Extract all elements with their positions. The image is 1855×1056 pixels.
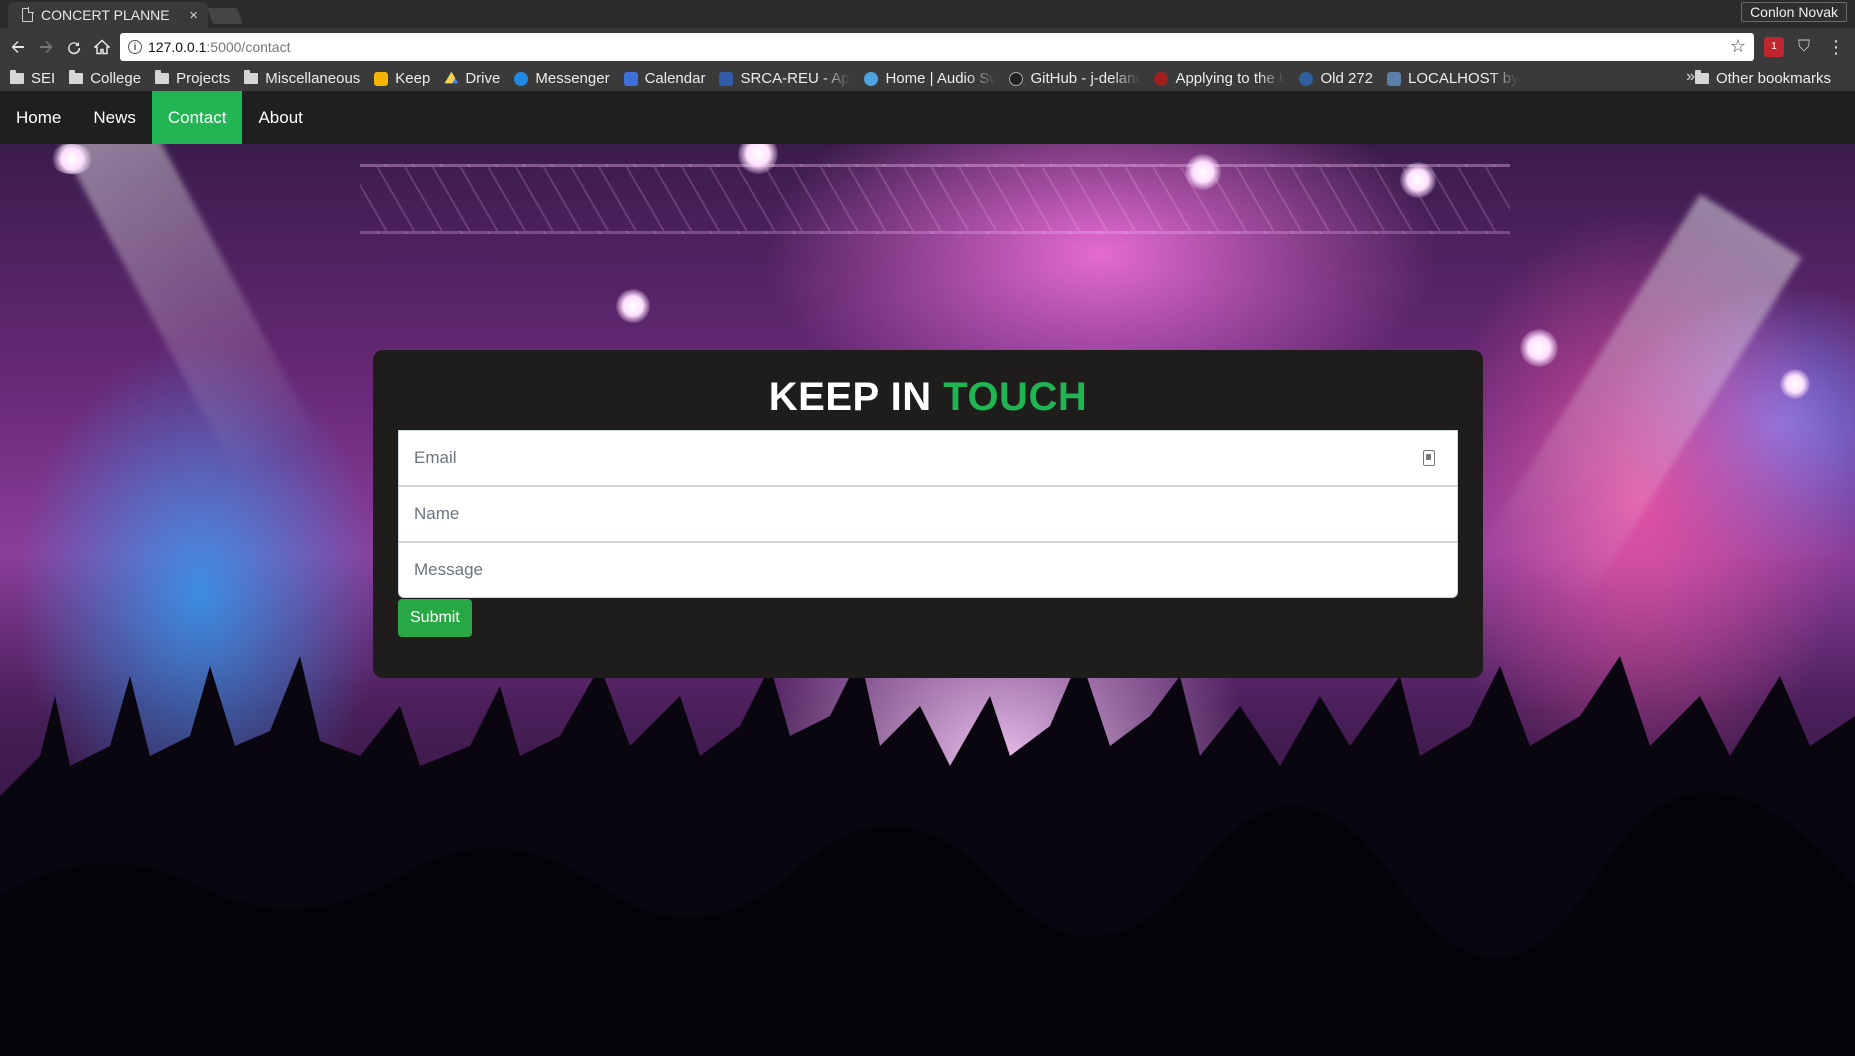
info-icon[interactable]: i — [128, 40, 142, 54]
drive-icon — [444, 71, 459, 84]
address-bar[interactable]: i 127.0.0.1:5000/contact ☆ — [120, 33, 1754, 61]
submit-button[interactable]: Submit — [398, 599, 472, 637]
shield-icon[interactable]: ⛉ — [1794, 37, 1814, 57]
bookmark-item[interactable]: Messenger — [514, 70, 610, 87]
profile-button[interactable]: Conlon Novak — [1741, 2, 1847, 22]
localhost-icon — [1386, 71, 1401, 86]
url-host: 127.0.0.1 — [148, 39, 207, 55]
messenger-icon — [514, 71, 529, 86]
bookmarks-overflow-button[interactable]: » — [1686, 68, 1695, 86]
bookmark-item[interactable]: Applying to the U — [1154, 70, 1285, 87]
name-placeholder: Name — [414, 504, 460, 523]
nav-news[interactable]: News — [77, 91, 152, 144]
browser-toolbar: i 127.0.0.1:5000/contact ☆ 1 ⛉ ⋮ — [0, 28, 1855, 66]
new-tab-button[interactable] — [207, 8, 243, 24]
browser-tab-bar: CONCERT PLANNE × Conlon Novak — [0, 0, 1855, 28]
crowd-silhouette — [0, 656, 1855, 1056]
browser-tab[interactable]: CONCERT PLANNE × — [8, 2, 208, 28]
bookmark-item[interactable]: College — [69, 70, 141, 87]
srca-icon — [719, 71, 734, 86]
concert-background-image: KEEP IN TOUCH Email Name Message Submit — [0, 144, 1855, 1056]
bookmark-item[interactable]: SEI — [10, 70, 55, 87]
stage-truss — [360, 164, 1510, 234]
bookmark-item[interactable]: Drive — [444, 70, 500, 87]
bookmark-item[interactable]: Keep — [374, 70, 430, 87]
forward-arrow-icon[interactable] — [32, 33, 60, 61]
name-field[interactable]: Name — [398, 486, 1458, 542]
bookmark-item[interactable]: GitHub - j-delane — [1009, 70, 1140, 87]
home-icon[interactable] — [88, 33, 116, 61]
back-arrow-icon[interactable] — [4, 33, 32, 61]
message-field[interactable]: Message — [398, 542, 1458, 598]
university-icon — [1154, 71, 1169, 86]
keep-icon — [374, 71, 389, 86]
bookmark-item[interactable]: Miscellaneous — [244, 70, 360, 87]
bookmark-item[interactable]: Old 272 — [1299, 70, 1373, 87]
contact-card: KEEP IN TOUCH Email Name Message Submit — [373, 350, 1483, 678]
url-path: :5000/contact — [206, 39, 291, 55]
folder-icon — [1694, 70, 1709, 84]
title-part-2: TOUCH — [943, 375, 1088, 419]
nav-about[interactable]: About — [242, 91, 318, 144]
stage-light — [1185, 154, 1221, 190]
bookmark-item[interactable]: SRCA-REU - Appl — [719, 70, 850, 87]
folder-icon — [10, 70, 24, 84]
old272-icon — [1299, 71, 1314, 86]
stage-light — [1520, 329, 1558, 367]
light-beam — [60, 144, 318, 480]
site-nav: Home News Contact About — [0, 91, 1855, 144]
tab-close-icon[interactable]: × — [189, 7, 198, 24]
audio-icon — [864, 71, 879, 86]
contact-title: KEEP IN TOUCH — [398, 372, 1458, 422]
other-bookmarks[interactable]: Other bookmarks — [1694, 66, 1831, 91]
page-icon — [22, 7, 34, 22]
bookmark-item[interactable]: Home | Audio Sw — [864, 70, 995, 87]
stage-light — [616, 289, 650, 323]
github-icon — [1009, 71, 1024, 86]
bookmark-item[interactable]: LOCALHOST by A — [1386, 70, 1518, 87]
stage-light — [1400, 162, 1436, 198]
bookmark-item[interactable]: Projects — [155, 70, 230, 87]
extension-icon[interactable]: 1 — [1764, 37, 1784, 57]
email-placeholder: Email — [414, 448, 457, 467]
reload-icon[interactable] — [60, 33, 88, 61]
email-field[interactable]: Email — [398, 430, 1458, 486]
bookmarks-bar: SEI College Projects Miscellaneous Keep … — [0, 66, 1855, 91]
message-placeholder: Message — [414, 560, 483, 579]
bookmark-item[interactable]: Calendar — [623, 70, 705, 87]
stage-light — [1780, 369, 1810, 399]
stage-light — [50, 144, 94, 174]
autofill-icon[interactable] — [1423, 450, 1435, 466]
bookmark-star-icon[interactable]: ☆ — [1730, 36, 1746, 57]
title-part-1: KEEP IN — [768, 375, 932, 419]
nav-contact[interactable]: Contact — [151, 91, 243, 144]
tab-title: CONCERT PLANNE — [41, 7, 170, 23]
folder-icon — [244, 70, 259, 84]
light-beam — [1477, 194, 1802, 614]
menu-kebab-icon[interactable]: ⋮ — [1826, 37, 1846, 57]
folder-icon — [155, 70, 170, 84]
folder-icon — [69, 70, 84, 84]
nav-home[interactable]: Home — [0, 91, 77, 144]
calendar-icon — [623, 71, 638, 86]
